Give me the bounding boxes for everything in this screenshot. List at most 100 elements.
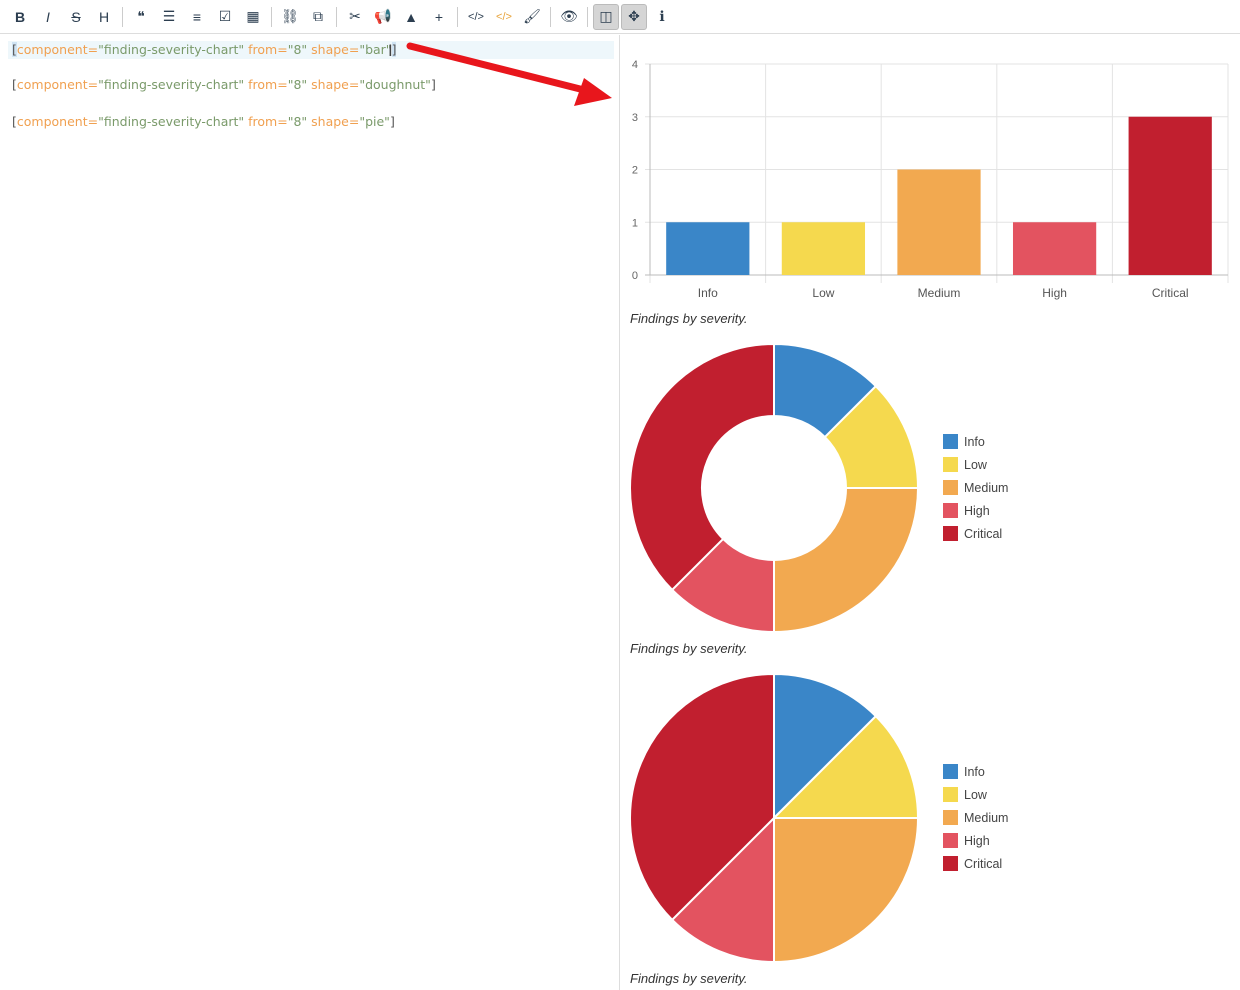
quote-icon[interactable]: ❝ (128, 4, 154, 30)
chart-caption: Findings by severity. (630, 971, 748, 986)
y-tick-label: 2 (632, 165, 638, 177)
strikethrough-icon[interactable]: S (63, 4, 89, 30)
legend-label: Info (964, 764, 985, 779)
y-tick-label: 1 (632, 217, 638, 229)
x-tick-label: Critical (1152, 286, 1189, 300)
warning-icon[interactable]: ▲ (398, 4, 424, 30)
slice-critical (629, 342, 775, 592)
link-icon[interactable]: ⛓ (277, 4, 303, 30)
info-icon[interactable]: ℹ (649, 4, 675, 30)
attribute-token: from= (244, 114, 288, 129)
legend-swatch (943, 764, 958, 779)
editor-line[interactable]: [component="finding-severity-chart" from… (12, 114, 395, 129)
cut-icon[interactable]: ✂ (342, 4, 368, 30)
italic-icon[interactable]: I (35, 4, 61, 30)
legend-item-low[interactable]: Low (943, 453, 1008, 476)
editor-toolbar: B I S H ❝ ☰ ≡ ☑ ▦ ⛓ ⧉ ✂ 📢 ▲ + </> </> 🖌 👁 ◫ ✥ ℹ (0, 0, 1240, 34)
legend-item-info[interactable]: Info (943, 760, 1008, 783)
colored-code-icon[interactable]: </> (491, 4, 517, 30)
unordered-list-icon[interactable]: ☰ (156, 4, 182, 30)
legend-label: Medium (964, 480, 1009, 495)
editor-line[interactable]: [component="finding-severity-chart" from… (8, 41, 614, 59)
text-cursor-icon: I (388, 41, 393, 60)
legend-label: Low (964, 787, 987, 802)
chart-caption: Findings by severity. (630, 311, 748, 326)
bar-high (1012, 222, 1097, 275)
pie-legend: Info Low Medium High Critical (943, 760, 1008, 875)
x-tick-label: Medium (918, 286, 961, 300)
doughnut-chart-block: Info Low Medium High Critical Findings by se… (621, 340, 1240, 660)
value-token: "finding-severity-chart" (98, 114, 245, 129)
legend-swatch (943, 787, 958, 802)
x-tick-label: High (1042, 286, 1067, 300)
legend-item-critical[interactable]: Critical (943, 852, 1008, 875)
doughnut-chart (629, 342, 920, 634)
heading-icon[interactable]: H (91, 4, 117, 30)
bar-info (666, 222, 750, 275)
attribute-token: from= (244, 42, 288, 57)
value-token: "8" (287, 42, 308, 57)
y-tick-label: 4 (632, 59, 638, 71)
attribute-token: shape= (307, 77, 360, 92)
toolbar-separator (336, 6, 337, 27)
plus-icon[interactable]: + (426, 4, 452, 30)
legend-label: High (964, 833, 990, 848)
side-by-side-icon[interactable]: ◫ (593, 3, 619, 30)
legend-swatch (943, 526, 958, 541)
attribute-token: component= (16, 114, 99, 129)
brush-icon[interactable]: 🖌 (519, 4, 545, 30)
ordered-list-icon[interactable]: ≡ (184, 4, 210, 30)
y-tick-label: 3 (632, 112, 638, 124)
slice-medium (773, 817, 920, 964)
value-token: "8" (287, 77, 308, 92)
toolbar-separator (550, 6, 551, 27)
legend-label: High (964, 503, 990, 518)
legend-item-info[interactable]: Info (943, 430, 1008, 453)
code-icon[interactable]: </> (463, 4, 489, 30)
bracket-token: ] (430, 77, 436, 92)
x-tick-label: Info (698, 286, 718, 300)
pie-chart-block: Info Low Medium High Critical Findings by se… (621, 670, 1240, 990)
attribute-token: shape= (307, 42, 360, 57)
x-tick-label: Low (812, 286, 834, 300)
legend-swatch (943, 503, 958, 518)
legend-label: Critical (964, 526, 1003, 541)
toolbar-separator (587, 6, 588, 27)
editor-line[interactable]: [component="finding-severity-chart" from… (12, 77, 436, 92)
legend-swatch (943, 810, 958, 825)
toolbar-separator (271, 6, 272, 27)
markdown-editor[interactable]: [component="finding-severity-chart" from… (0, 35, 620, 990)
value-token: "doughnut" (359, 77, 431, 92)
attribute-token: from= (244, 77, 288, 92)
value-token: "finding-severity-chart" (98, 42, 245, 57)
bar-chart: 0 1 2 3 4 Info Low Medium High Critical (632, 59, 1229, 300)
checklist-icon[interactable]: ☑ (212, 4, 238, 30)
bar-low (781, 222, 866, 275)
pie-chart (629, 672, 920, 964)
move-icon[interactable]: ✥ (621, 3, 647, 30)
legend-item-critical[interactable]: Critical (943, 522, 1008, 545)
copy-icon[interactable]: ⧉ (305, 4, 331, 30)
legend-swatch (943, 434, 958, 449)
megaphone-icon[interactable]: 📢 (370, 4, 396, 30)
legend-label: Low (964, 457, 987, 472)
preview-pane: 0 1 2 3 4 Info Low Medium High Critical Findings … (621, 35, 1240, 990)
legend-item-low[interactable]: Low (943, 783, 1008, 806)
legend-swatch (943, 457, 958, 472)
legend-item-high[interactable]: High (943, 829, 1008, 852)
legend-item-medium[interactable]: Medium (943, 806, 1008, 829)
eye-icon[interactable]: 👁 (556, 4, 582, 30)
attribute-token: component= (16, 42, 99, 57)
toolbar-separator (457, 6, 458, 27)
legend-item-high[interactable]: High (943, 499, 1008, 522)
table-icon[interactable]: ▦ (240, 4, 266, 30)
attribute-token: component= (16, 77, 99, 92)
value-token: "finding-severity-chart" (98, 77, 245, 92)
bold-icon[interactable]: B (7, 4, 33, 30)
toolbar-separator (122, 6, 123, 27)
value-token: "8" (287, 114, 308, 129)
legend-item-medium[interactable]: Medium (943, 476, 1008, 499)
doughnut-legend: Info Low Medium High Critical (943, 430, 1008, 545)
legend-label: Info (964, 434, 985, 449)
bracket-token: ] (389, 114, 395, 129)
